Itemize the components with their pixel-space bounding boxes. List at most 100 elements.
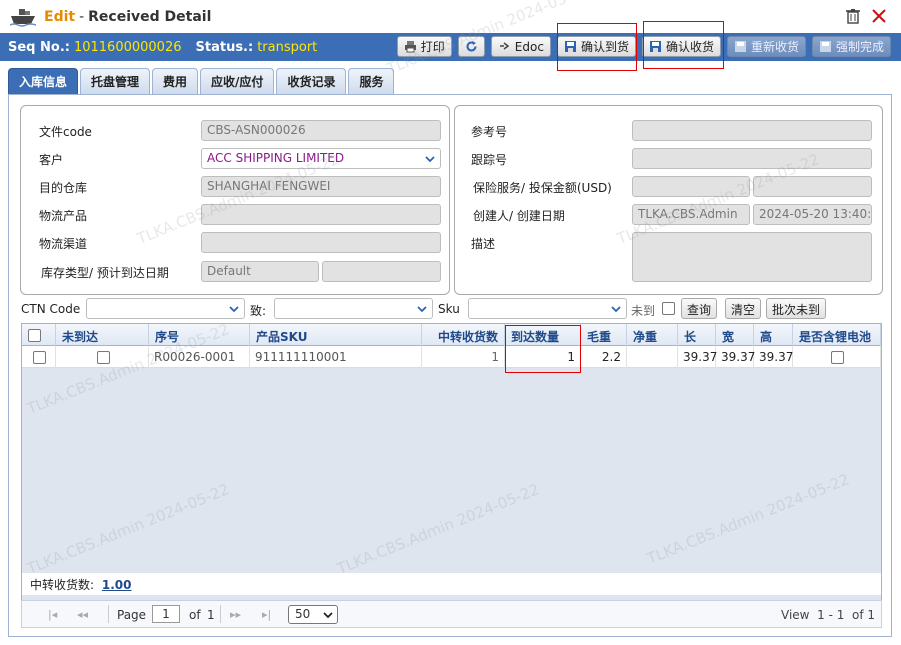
chevron-down-icon [417, 306, 427, 313]
gross-weight-cell[interactable]: 2.2 [581, 346, 627, 368]
to-label: 致: [250, 304, 267, 318]
batch-not-arrived-button[interactable]: 批次未到 [766, 298, 827, 319]
save-icon [734, 41, 746, 52]
height-cell[interactable]: 39.37 [754, 346, 793, 368]
confirm-receipt-button[interactable]: 确认收货 [641, 36, 721, 57]
channel-label: 物流渠道 [39, 237, 88, 251]
header-select-all [22, 324, 56, 346]
query-button[interactable]: 查询 [681, 298, 718, 319]
created-date-field[interactable]: 2024-05-20 13:40:48 [753, 204, 872, 225]
ctn-select[interactable] [86, 298, 245, 319]
product-label: 物流产品 [39, 209, 88, 223]
desc-label: 描述 [471, 237, 496, 251]
to-select[interactable] [274, 298, 433, 319]
page-size-select[interactable]: 50 [288, 605, 338, 624]
customer-label: 客户 [39, 153, 64, 167]
ref-label: 参考号 [471, 125, 508, 139]
confirm-arrival-button[interactable]: 确认到货 [556, 36, 636, 57]
row-checkbox[interactable] [33, 351, 46, 364]
chevron-down-icon [229, 306, 239, 313]
stock-type-field[interactable]: Default [201, 261, 319, 282]
view-range-text: View 1 - 1 of 1 [781, 608, 875, 622]
transfer-qty-cell: 1 [422, 346, 505, 368]
transfer-total-value[interactable]: 1.00 [102, 578, 132, 592]
header-length[interactable]: 长 [678, 324, 716, 346]
tab-receiving-records[interactable]: 收货记录 [276, 68, 347, 94]
table-row[interactable]: R00026-0001 911111110001 1 1 2.2 39.37 3… [22, 346, 881, 368]
ref-field[interactable] [632, 120, 872, 141]
of-label: of [189, 608, 201, 622]
customer-value: ACC SHIPPING LIMITED [207, 151, 345, 165]
product-field[interactable] [201, 204, 441, 225]
width-cell[interactable]: 39.37 [716, 346, 755, 368]
status-label: Status.: [195, 39, 254, 55]
first-page-icon[interactable]: |◂ [48, 608, 57, 621]
refresh-icon [466, 41, 477, 52]
not-arrived-row-checkbox[interactable] [97, 351, 110, 364]
customer-select[interactable]: ACC SHIPPING LIMITED [201, 148, 441, 169]
header-transfer-qty[interactable]: 中转收货数 [422, 324, 505, 346]
clear-button[interactable]: 清空 [725, 298, 762, 319]
header-gross-weight[interactable]: 毛重 [581, 324, 627, 346]
print-button[interactable]: 打印 [396, 36, 452, 57]
edoc-button[interactable]: Edoc [490, 36, 551, 57]
lithium-checkbox[interactable] [831, 351, 844, 364]
grid-footer: 中转收货数: 1.00 [21, 573, 882, 595]
length-cell[interactable]: 39.37 [678, 346, 717, 368]
re-receive-button[interactable]: 重新收货 [726, 36, 806, 57]
tab-pallet-management[interactable]: 托盘管理 [80, 68, 151, 94]
creator-field[interactable]: TLKA.CBS.Admin [632, 204, 750, 225]
insurance-service-field[interactable] [632, 176, 750, 197]
header-not-arrived[interactable]: 未到达 [56, 324, 149, 346]
insurance-amount-field[interactable] [753, 176, 872, 197]
sku-select[interactable] [468, 298, 627, 319]
file-code-field[interactable]: CBS-ASN000026 [201, 120, 441, 141]
header-sku[interactable]: 产品SKU [250, 324, 422, 346]
eta-date-field[interactable] [322, 261, 441, 282]
not-arrived-cell [56, 346, 149, 368]
save-icon [649, 41, 661, 52]
close-icon[interactable] [871, 8, 887, 24]
next-page-icon[interactable]: ▸▸ [230, 608, 241, 621]
info-bar: Seq No.: 1011600000026 Status.: transpor… [0, 33, 901, 61]
pager-divider [220, 605, 221, 623]
transfer-total-label: 中转收货数: [30, 578, 95, 592]
header-height[interactable]: 高 [754, 324, 793, 346]
tab-services[interactable]: 服务 [348, 68, 395, 94]
tab-receivable-payable[interactable]: 应收/应付 [200, 68, 275, 94]
last-page-icon[interactable]: ▸| [262, 608, 271, 621]
save-icon [564, 41, 576, 52]
header-width[interactable]: 宽 [716, 324, 754, 346]
force-complete-button[interactable]: 强制完成 [811, 36, 891, 57]
tab-inbound-info[interactable]: 入库信息 [8, 68, 79, 94]
header-lithium[interactable]: 是否含锂电池 [793, 324, 881, 346]
trash-icon[interactable] [845, 8, 861, 24]
inbound-info-panel: 文件code CBS-ASN000026 客户 ACC SHIPPING LIM… [8, 94, 892, 637]
window-title: Received Detail [88, 8, 212, 25]
window-titlebar: Edit - Received Detail [0, 0, 901, 33]
refresh-button[interactable] [457, 36, 485, 57]
printer-icon [404, 41, 416, 53]
left-fieldset: 文件code CBS-ASN000026 客户 ACC SHIPPING LIM… [20, 105, 450, 295]
header-arrive-qty[interactable]: 到达数量 [505, 324, 581, 346]
not-arrived-checkbox[interactable] [662, 302, 675, 315]
warehouse-field[interactable]: SHANGHAI FENGWEI [201, 176, 441, 197]
arrive-qty-input[interactable]: 1 [505, 346, 581, 368]
net-weight-cell[interactable] [627, 346, 678, 368]
prev-page-icon[interactable]: ◂◂ [77, 608, 88, 621]
track-field[interactable] [632, 148, 872, 169]
select-all-checkbox[interactable] [28, 329, 41, 342]
header-net-weight[interactable]: 净重 [627, 324, 678, 346]
confirm-arrival-label: 确认到货 [580, 40, 629, 54]
sku-label: Sku [438, 302, 460, 316]
desc-field[interactable] [632, 232, 872, 282]
confirm-receipt-label: 确认收货 [665, 40, 714, 54]
title-separator: - [79, 8, 85, 25]
tab-fees[interactable]: 费用 [152, 68, 199, 94]
header-seq[interactable]: 序号 [149, 324, 250, 346]
channel-field[interactable] [201, 232, 441, 253]
page-size-value: 50 [295, 607, 311, 621]
lithium-cell [793, 346, 881, 368]
page-input[interactable]: 1 [152, 605, 180, 623]
edoc-label: Edoc [514, 39, 544, 54]
